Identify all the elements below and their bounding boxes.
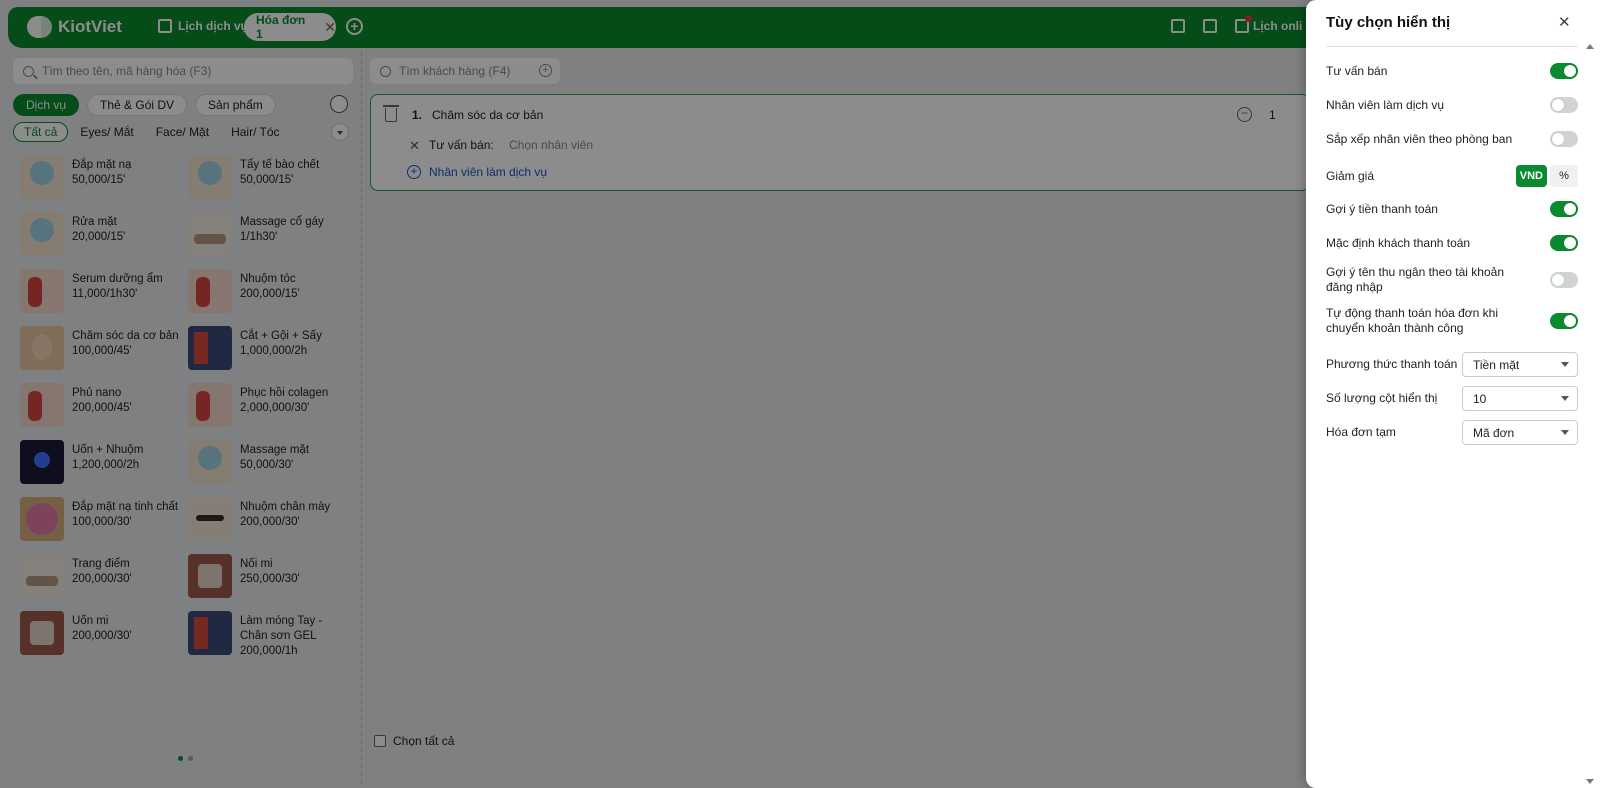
option-label: Giảm giá [1326, 168, 1375, 183]
chevron-down-icon [1561, 396, 1569, 401]
divider [1326, 46, 1578, 47]
option-label: Sắp xếp nhân viên theo phòng ban [1326, 131, 1513, 146]
option-label: Hóa đơn tạm [1326, 425, 1396, 439]
scroll-up-icon[interactable] [1586, 44, 1594, 49]
select-value: Tiền mặt [1473, 357, 1520, 372]
scroll-down-icon[interactable] [1586, 779, 1594, 784]
option-label: Gợi ý tiền thanh toán [1326, 201, 1438, 216]
option-label: Số lượng cột hiển thị [1326, 391, 1438, 405]
toggle-switch[interactable] [1550, 201, 1578, 217]
chevron-down-icon [1561, 430, 1569, 435]
payment-method-select[interactable]: Tiền mặt [1462, 352, 1578, 377]
option-service-staff: Nhân viên làm dịch vụ [1326, 97, 1578, 113]
chevron-down-icon [1561, 362, 1569, 367]
toggle-switch[interactable] [1550, 272, 1578, 288]
option-suggest-payment: Gợi ý tiền thanh toán [1326, 201, 1578, 217]
column-count-select[interactable]: 10 [1462, 386, 1578, 411]
draft-invoice-select[interactable]: Mã đơn [1462, 420, 1578, 445]
option-default-customer-pays: Mặc định khách thanh toán [1326, 235, 1578, 251]
option-label: Gợi ý tên thu ngân theo tài khoản đăng n… [1326, 265, 1504, 294]
option-auto-pay-transfer: Tự động thanh toán hóa đơn khi chuyển kh… [1326, 306, 1578, 336]
toggle-switch[interactable] [1550, 97, 1578, 113]
discount-type-selector: VND % [1515, 165, 1578, 187]
toggle-switch[interactable] [1550, 63, 1578, 79]
option-label: Phương thức thanh toán [1326, 357, 1458, 371]
close-icon[interactable]: ✕ [1558, 13, 1571, 31]
toggle-switch[interactable] [1550, 235, 1578, 251]
option-draft-invoice: Hóa đơn tạm Mã đơn [1326, 420, 1578, 445]
discount-percent-button[interactable]: % [1550, 165, 1578, 187]
discount-vnd-button[interactable]: VND [1515, 165, 1547, 187]
option-label: Tự động thanh toán hóa đơn khi chuyển kh… [1326, 306, 1499, 335]
scrollbar[interactable] [1586, 44, 1594, 784]
option-label: Tư vấn bán [1326, 63, 1388, 78]
option-label: Mặc định khách thanh toán [1326, 235, 1471, 250]
option-column-count: Số lượng cột hiển thị 10 [1326, 386, 1578, 411]
toggle-switch[interactable] [1550, 313, 1578, 329]
display-options-drawer: Tùy chọn hiển thị ✕ Tư vấn bán Nhân viên… [1306, 0, 1600, 788]
select-value: 10 [1473, 391, 1487, 406]
option-suggest-cashier: Gợi ý tên thu ngân theo tài khoản đăng n… [1326, 265, 1578, 295]
option-discount: Giảm giá VND % [1326, 165, 1578, 187]
option-label: Nhân viên làm dịch vụ [1326, 97, 1445, 112]
option-sort-staff-department: Sắp xếp nhân viên theo phòng ban [1326, 131, 1578, 147]
drawer-title: Tùy chọn hiển thị [1326, 14, 1451, 31]
toggle-switch[interactable] [1550, 131, 1578, 147]
select-value: Mã đơn [1473, 425, 1515, 440]
option-sales-advisor: Tư vấn bán [1326, 63, 1578, 79]
option-payment-method: Phương thức thanh toán Tiền mặt [1326, 352, 1578, 377]
